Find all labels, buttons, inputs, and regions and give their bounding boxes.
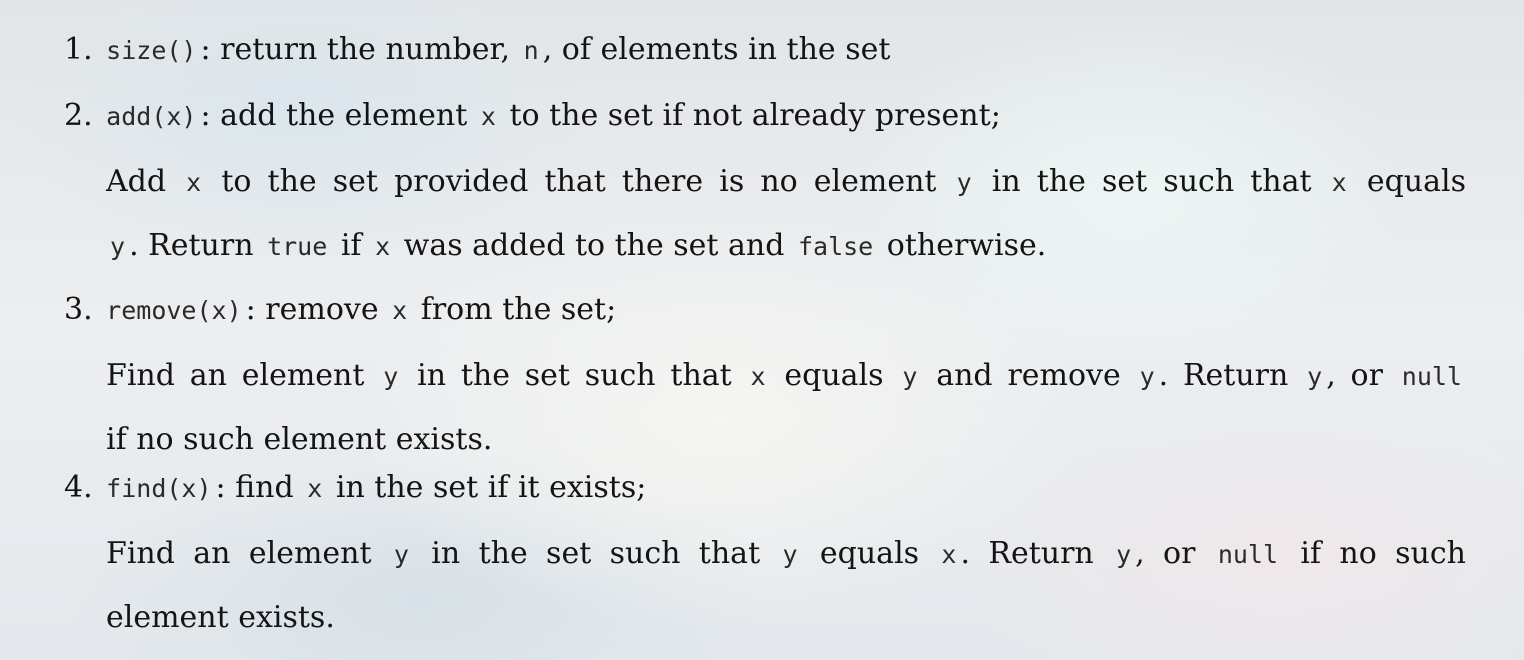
code-var: y <box>1139 362 1155 391</box>
text: if <box>331 228 372 263</box>
text: to the set provided that there is no ele… <box>205 164 953 199</box>
method-name: find(x) <box>106 474 212 503</box>
text: . Return <box>1158 358 1304 393</box>
item-4-heading: 4. find(x): find x in the set if it exis… <box>64 468 646 509</box>
item-3-detail-line-1: Find an element y in the set such that x… <box>106 356 1466 397</box>
code-var: x <box>375 232 391 261</box>
text: was added to the set and <box>394 228 794 263</box>
item-number: 3. <box>64 292 93 327</box>
code-keyword: null <box>1401 362 1462 391</box>
item-2-heading: 2. add(x): add the element x to the set … <box>64 96 1001 137</box>
code-var: x <box>392 296 408 325</box>
code-var: y <box>383 362 399 391</box>
text: . Return <box>960 536 1113 571</box>
text: Find an element <box>106 536 390 571</box>
text: in the set such that <box>975 164 1328 199</box>
text: otherwise. <box>877 228 1047 263</box>
text: , or <box>1326 358 1398 393</box>
document-body: 1. size(): return the number, n, of elem… <box>0 0 1524 660</box>
text: Find an element <box>106 358 380 393</box>
text: equals <box>1350 164 1466 199</box>
code-var: y <box>1307 362 1323 391</box>
item-1-heading: 1. size(): return the number, n, of elem… <box>64 30 890 71</box>
code-var: x <box>750 362 766 391</box>
text: equals <box>769 358 899 393</box>
item-4-detail-line-2: element exists. <box>106 598 335 638</box>
text: , or <box>1135 536 1214 571</box>
item-2-detail-line-1: Add x to the set provided that there is … <box>106 162 1466 203</box>
text: from the set; <box>411 292 617 327</box>
code-var: x <box>307 474 323 503</box>
method-name: add(x) <box>106 102 197 131</box>
method-name: remove(x) <box>106 296 242 325</box>
text: and remove <box>921 358 1136 393</box>
text: equals <box>801 536 938 571</box>
text: : return the number, <box>200 32 520 67</box>
text: : remove <box>245 292 389 327</box>
code-var: y <box>782 540 798 569</box>
text: element exists. <box>106 600 335 635</box>
text: : find <box>215 470 304 505</box>
item-2-detail-line-2: y. Return true if x was added to the set… <box>106 226 1046 267</box>
code-var: y <box>1116 540 1132 569</box>
code-var: x <box>480 102 496 131</box>
text: . Return <box>129 228 264 263</box>
code-keyword: false <box>797 232 874 261</box>
text: in the set such that <box>402 358 747 393</box>
code-var: x <box>941 540 957 569</box>
item-4-detail-line-1: Find an element y in the set such that y… <box>106 534 1466 575</box>
code-var: y <box>110 232 126 261</box>
text: Add <box>106 164 183 199</box>
text: , of elements in the set <box>542 32 891 67</box>
item-3-detail-line-2: if no such element exists. <box>106 420 492 460</box>
method-name: size() <box>106 36 197 65</box>
code-var: x <box>1331 168 1347 197</box>
code-var: x <box>186 168 202 197</box>
item-number: 4. <box>64 470 93 505</box>
code-var: y <box>393 540 409 569</box>
text: in the set if it exists; <box>326 470 647 505</box>
text: to the set if not already present; <box>499 98 1001 133</box>
code-keyword: true <box>267 232 328 261</box>
text: : add the element <box>200 98 477 133</box>
item-number: 1. <box>64 32 93 67</box>
text: in the set such that <box>412 536 779 571</box>
code-var: y <box>956 168 972 197</box>
code-keyword: null <box>1217 540 1279 569</box>
item-number: 2. <box>64 98 93 133</box>
code-var: n <box>523 36 539 65</box>
code-var: y <box>902 362 918 391</box>
text: if no such element exists. <box>106 422 493 457</box>
item-3-heading: 3. remove(x): remove x from the set; <box>64 290 616 331</box>
text: if no such <box>1282 536 1467 571</box>
